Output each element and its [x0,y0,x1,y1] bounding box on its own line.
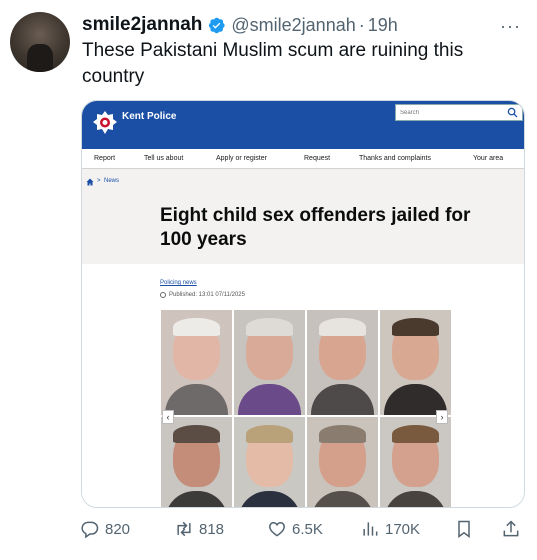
like-button[interactable]: 6.5K [267,514,323,544]
repost-count: 818 [199,520,225,538]
bookmark-icon [458,520,470,538]
kp-nav-your-area[interactable]: Your area [473,155,503,162]
views-count: 170K [385,520,421,538]
reply-button[interactable]: 820 [80,514,130,544]
mugshot [380,310,451,415]
kp-nav-request[interactable]: Request [304,155,330,162]
separator-dot: · [358,14,365,35]
heart-icon [269,521,285,537]
kp-article-body: Policing news Published: 13:01 07/11/202… [82,264,524,507]
views-icon [363,522,378,536]
home-icon[interactable] [86,178,94,186]
breadcrumb-separator: > [97,178,101,184]
clock-icon [160,292,166,298]
repost-icon [177,521,191,537]
kp-search-input[interactable] [396,109,506,116]
kp-article-title: Eight child sex offenders jailed for 100… [160,205,471,250]
kp-article-header: > News Eight child sex offenders jailed … [82,169,524,264]
share-button[interactable] [501,514,521,544]
kp-nav-report[interactable]: Report [94,155,115,162]
kp-nav-thanks[interactable]: Thanks and complaints [359,155,431,162]
carousel-next-button[interactable]: › [436,410,448,424]
mugshot [307,417,378,507]
kp-nav-tell-us[interactable]: Tell us about [144,155,183,162]
mugshot-grid [161,310,451,507]
repost-button[interactable]: 818 [174,514,224,544]
share-icon [503,520,519,537]
media-card[interactable]: Kent Police Report Tell us about Apply o… [81,100,525,508]
author-avatar[interactable] [10,12,70,72]
mugshot [307,310,378,415]
kent-police-header: Kent Police [82,101,524,149]
verified-badge-icon [209,17,226,33]
carousel-prev-button[interactable]: ‹ [162,410,174,424]
like-count: 6.5K [292,520,323,538]
tweet-actions: 820 818 6.5K 170K [80,514,525,544]
tweet-text: These Pakistani Muslim scum are ruining … [82,40,464,87]
more-options-icon[interactable]: ··· [500,16,521,37]
reply-count: 820 [105,520,131,538]
mugshot [161,417,232,507]
handle[interactable]: @smile2jannah [231,15,355,36]
reply-icon [81,521,99,539]
mugshot [161,310,232,415]
tweet-header: smile2jannah @smile2jannah · 19h ··· [82,12,523,38]
kp-nav-bar: Report Tell us about Apply or register R… [82,149,524,169]
kp-published-text: Published: 13:01 07/11/2025 [169,292,245,298]
mugshot [234,417,305,507]
views-button[interactable]: 170K [360,514,420,544]
kent-police-crest-icon [93,111,117,134]
display-name[interactable]: smile2jannah [82,14,202,36]
mugshot [234,310,305,415]
breadcrumb-news[interactable]: News [104,178,119,184]
kp-search-box[interactable] [395,104,523,121]
kp-published: Published: 13:01 07/11/2025 [160,292,245,298]
mugshot [380,417,451,507]
timestamp[interactable]: 19h [368,15,398,36]
kent-police-logo-text: Kent Police [122,111,177,122]
bookmark-button[interactable] [454,514,474,544]
kp-category-link[interactable]: Policing news [160,280,197,286]
kp-nav-apply[interactable]: Apply or register [216,155,267,162]
search-icon[interactable] [507,107,518,118]
